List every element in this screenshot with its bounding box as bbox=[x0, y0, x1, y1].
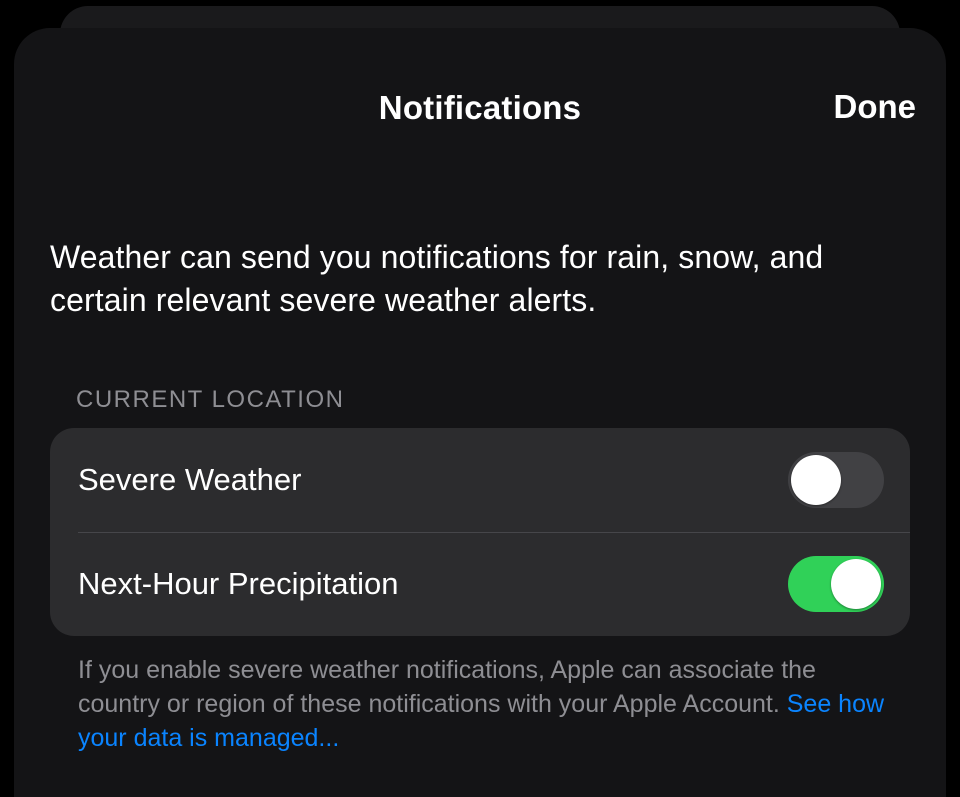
settings-group: Severe Weather Next-Hour Precipitation bbox=[50, 428, 910, 636]
page-title: Notifications bbox=[379, 89, 581, 127]
toggle-knob bbox=[831, 559, 881, 609]
nav-bar: Notifications Done bbox=[14, 80, 946, 136]
toggle-next-hour-precipitation[interactable] bbox=[788, 556, 884, 612]
current-location-section: CURRENT LOCATION Severe Weather Next-Hou… bbox=[14, 322, 946, 755]
done-button[interactable]: Done bbox=[834, 88, 917, 126]
intro-text: Weather can send you notifications for r… bbox=[14, 136, 946, 322]
footer-text: If you enable severe weather notificatio… bbox=[78, 656, 816, 718]
row-label-next-hour-precipitation: Next-Hour Precipitation bbox=[78, 566, 398, 602]
row-severe-weather: Severe Weather bbox=[50, 428, 910, 532]
section-footer: If you enable severe weather notificatio… bbox=[50, 636, 910, 755]
row-next-hour-precipitation: Next-Hour Precipitation bbox=[50, 532, 910, 636]
toggle-severe-weather[interactable] bbox=[788, 452, 884, 508]
section-header: CURRENT LOCATION bbox=[50, 386, 910, 428]
toggle-knob bbox=[791, 455, 841, 505]
notifications-sheet: Notifications Done Weather can send you … bbox=[14, 28, 946, 797]
row-label-severe-weather: Severe Weather bbox=[78, 462, 301, 498]
